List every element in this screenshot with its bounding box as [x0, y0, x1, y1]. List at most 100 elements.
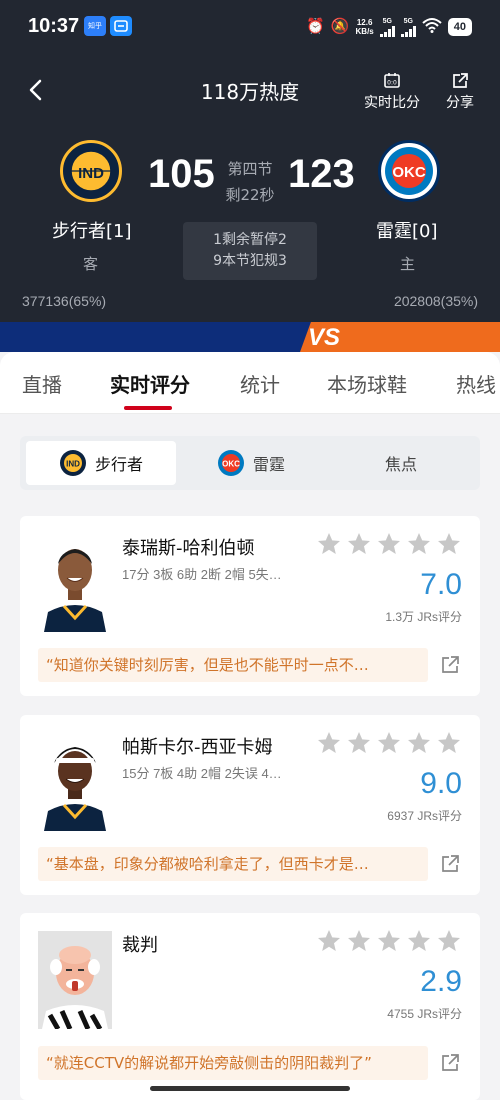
pacers-mini-logo: IND [59, 450, 86, 476]
status-icons: ⏰ 🔕 12.6 KB/s 5G 5G 40 [306, 16, 472, 38]
filter-thunder-label: 雷霆 [252, 455, 285, 474]
star-icon[interactable] [376, 531, 402, 557]
share-icon[interactable] [440, 655, 460, 675]
home-indicator[interactable] [150, 1086, 350, 1091]
star-icon[interactable] [376, 730, 402, 756]
back-button[interactable] [22, 76, 50, 104]
star-icon[interactable] [406, 531, 432, 557]
share-icon [453, 73, 468, 88]
top-comment[interactable]: “基本盘，印象分都被哈利拿走了，但西卡才是… [38, 847, 428, 881]
team-filter: IND 步行者 OKC 雷霆 焦点 [20, 436, 480, 490]
sim2-label: 5G [403, 17, 413, 25]
player-name: 泰瑞斯-哈利伯顿 [122, 538, 255, 559]
star-icon[interactable] [406, 928, 432, 954]
vs-stripe: VS [0, 322, 500, 352]
player-avatar [38, 733, 112, 831]
star-rating[interactable] [316, 730, 462, 756]
rating-card[interactable]: 泰瑞斯-哈利伯顿 17分 3板 6助 2断 2帽 5失… 7.0 1.3万 JR… [20, 516, 480, 696]
game-clock: 剩22秒 [225, 186, 275, 204]
status-time: 10:37 [28, 15, 80, 37]
sim1-label: 5G [382, 17, 392, 25]
share-icon[interactable] [440, 854, 460, 874]
rating-count: 1.3万 JRs评分 [385, 610, 462, 624]
player-stats: 17分 3板 6助 2断 2帽 5失… [122, 567, 282, 582]
net-speed: 12.6 KB/s [356, 18, 374, 36]
mute-icon: 🔕 [330, 18, 350, 35]
player-stats: 15分 7板 4助 2帽 2失误 4… [122, 766, 282, 781]
star-icon[interactable] [376, 928, 402, 954]
tab-sneakers[interactable]: 本场球鞋 [327, 369, 407, 398]
star-icon[interactable] [316, 928, 342, 954]
star-rating[interactable] [316, 531, 462, 557]
filter-focus[interactable]: 焦点 [326, 441, 476, 485]
tab-bar: 直播 实时评分 统计 本场球鞋 热线 [0, 352, 500, 414]
net-speed-value: 12.6 [356, 18, 373, 27]
rating-count: 4755 JRs评分 [387, 1007, 462, 1021]
thunder-logo[interactable]: OKC [378, 140, 440, 202]
star-icon[interactable] [316, 531, 342, 557]
vs-left-band [0, 322, 320, 352]
star-icon[interactable] [406, 730, 432, 756]
thunder-abbr: OKC [392, 164, 426, 181]
share-button[interactable]: 分享 [446, 72, 474, 112]
top-comment[interactable]: “知道你关键时刻厉害，但是也不能平时一点不… [38, 648, 428, 682]
away-role: 客 [83, 255, 99, 273]
home-role: 主 [400, 255, 416, 273]
status-bar: 10:37 知乎 ⏰ 🔕 12.6 KB/s 5G 5G 40 [0, 0, 500, 56]
away-heat: 377136(65%) [22, 293, 107, 309]
net-speed-unit: KB/s [355, 27, 374, 36]
live-score-button[interactable]: 0:0 实时比分 [364, 72, 420, 112]
star-icon[interactable] [346, 730, 372, 756]
filter-focus-label: 焦点 [384, 455, 417, 474]
svg-text:0:0: 0:0 [387, 80, 397, 87]
pacers-abbr: IND [78, 165, 104, 182]
home-team-name[interactable]: 雷霆[0] [376, 217, 438, 243]
filter-pacers-label: 步行者 [94, 455, 143, 474]
alarm-icon: ⏰ [306, 18, 325, 35]
thunder-mini-logo: OKC [217, 450, 244, 476]
svg-text:IND: IND [66, 460, 80, 469]
heat-title: 118万热度 [200, 80, 300, 104]
tab-live[interactable]: 直播 [22, 369, 62, 398]
zhihu-app-icon: 知乎 [84, 16, 106, 36]
battery-icon: 40 [447, 18, 472, 36]
star-rating[interactable] [316, 928, 462, 954]
rating-card[interactable]: 裁判 2.9 4755 JRs评分 “就连CCTV的解说都开始旁敲侧击的阴阳裁判… [20, 913, 480, 1100]
home-score: 123 [288, 152, 355, 196]
rating-count: 6937 JRs评分 [387, 809, 462, 823]
svg-text:OKC: OKC [222, 460, 240, 469]
away-team-name[interactable]: 步行者[1] [52, 217, 132, 243]
star-icon[interactable] [316, 730, 342, 756]
tab-ratings[interactable]: 实时评分 [110, 369, 190, 398]
star-icon[interactable] [436, 730, 462, 756]
game-period: 第四节 [227, 160, 273, 178]
pacers-logo[interactable]: IND [60, 140, 122, 202]
live-score-label: 实时比分 [364, 95, 420, 111]
rating-score: 2.9 [420, 965, 462, 998]
share-label: 分享 [446, 95, 474, 111]
active-tab-indicator [124, 406, 172, 410]
timeout-line: 1剩余暂停2 [213, 232, 287, 248]
rating-score: 9.0 [420, 767, 462, 800]
referee-avatar [38, 931, 112, 1029]
star-icon[interactable] [346, 531, 372, 557]
message-app-icon [110, 16, 132, 36]
home-heat: 202808(35%) [393, 293, 478, 309]
tab-stats[interactable]: 统计 [240, 369, 280, 398]
scoreboard-icon: 0:0 [384, 73, 400, 88]
share-icon[interactable] [440, 1053, 460, 1073]
filter-pacers[interactable]: IND 步行者 [26, 441, 176, 485]
player-name: 裁判 [122, 935, 158, 956]
star-icon[interactable] [436, 928, 462, 954]
rating-card[interactable]: 帕斯卡尔-西亚卡姆 15分 7板 4助 2帽 2失误 4… 9.0 6937 J… [20, 715, 480, 895]
tab-hotline[interactable]: 热线 [456, 369, 496, 398]
chevron-left-icon [29, 79, 42, 101]
filter-thunder[interactable]: OKC 雷霆 [176, 441, 326, 485]
star-icon[interactable] [346, 928, 372, 954]
signal-icon-2: 5G [400, 17, 416, 37]
timeout-foul-box: 1剩余暂停2 9本节犯规3 [183, 222, 317, 280]
star-icon[interactable] [436, 531, 462, 557]
top-comment[interactable]: “就连CCTV的解说都开始旁敲侧击的阴阳裁判了” [38, 1046, 428, 1080]
player-name: 帕斯卡尔-西亚卡姆 [122, 737, 273, 758]
rating-score: 7.0 [420, 568, 462, 601]
